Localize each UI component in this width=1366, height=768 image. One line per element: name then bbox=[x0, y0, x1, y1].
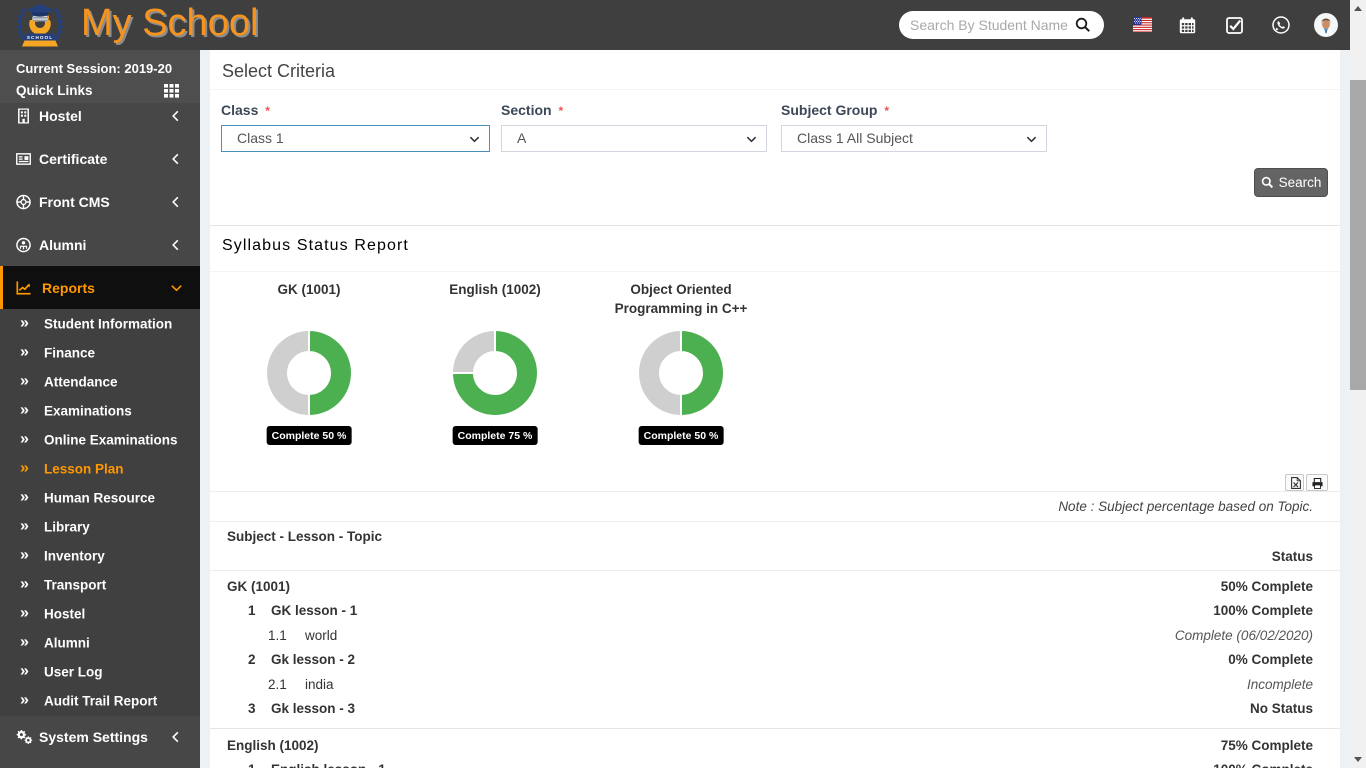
svg-text:SCHOOL: SCHOOL bbox=[27, 35, 53, 40]
